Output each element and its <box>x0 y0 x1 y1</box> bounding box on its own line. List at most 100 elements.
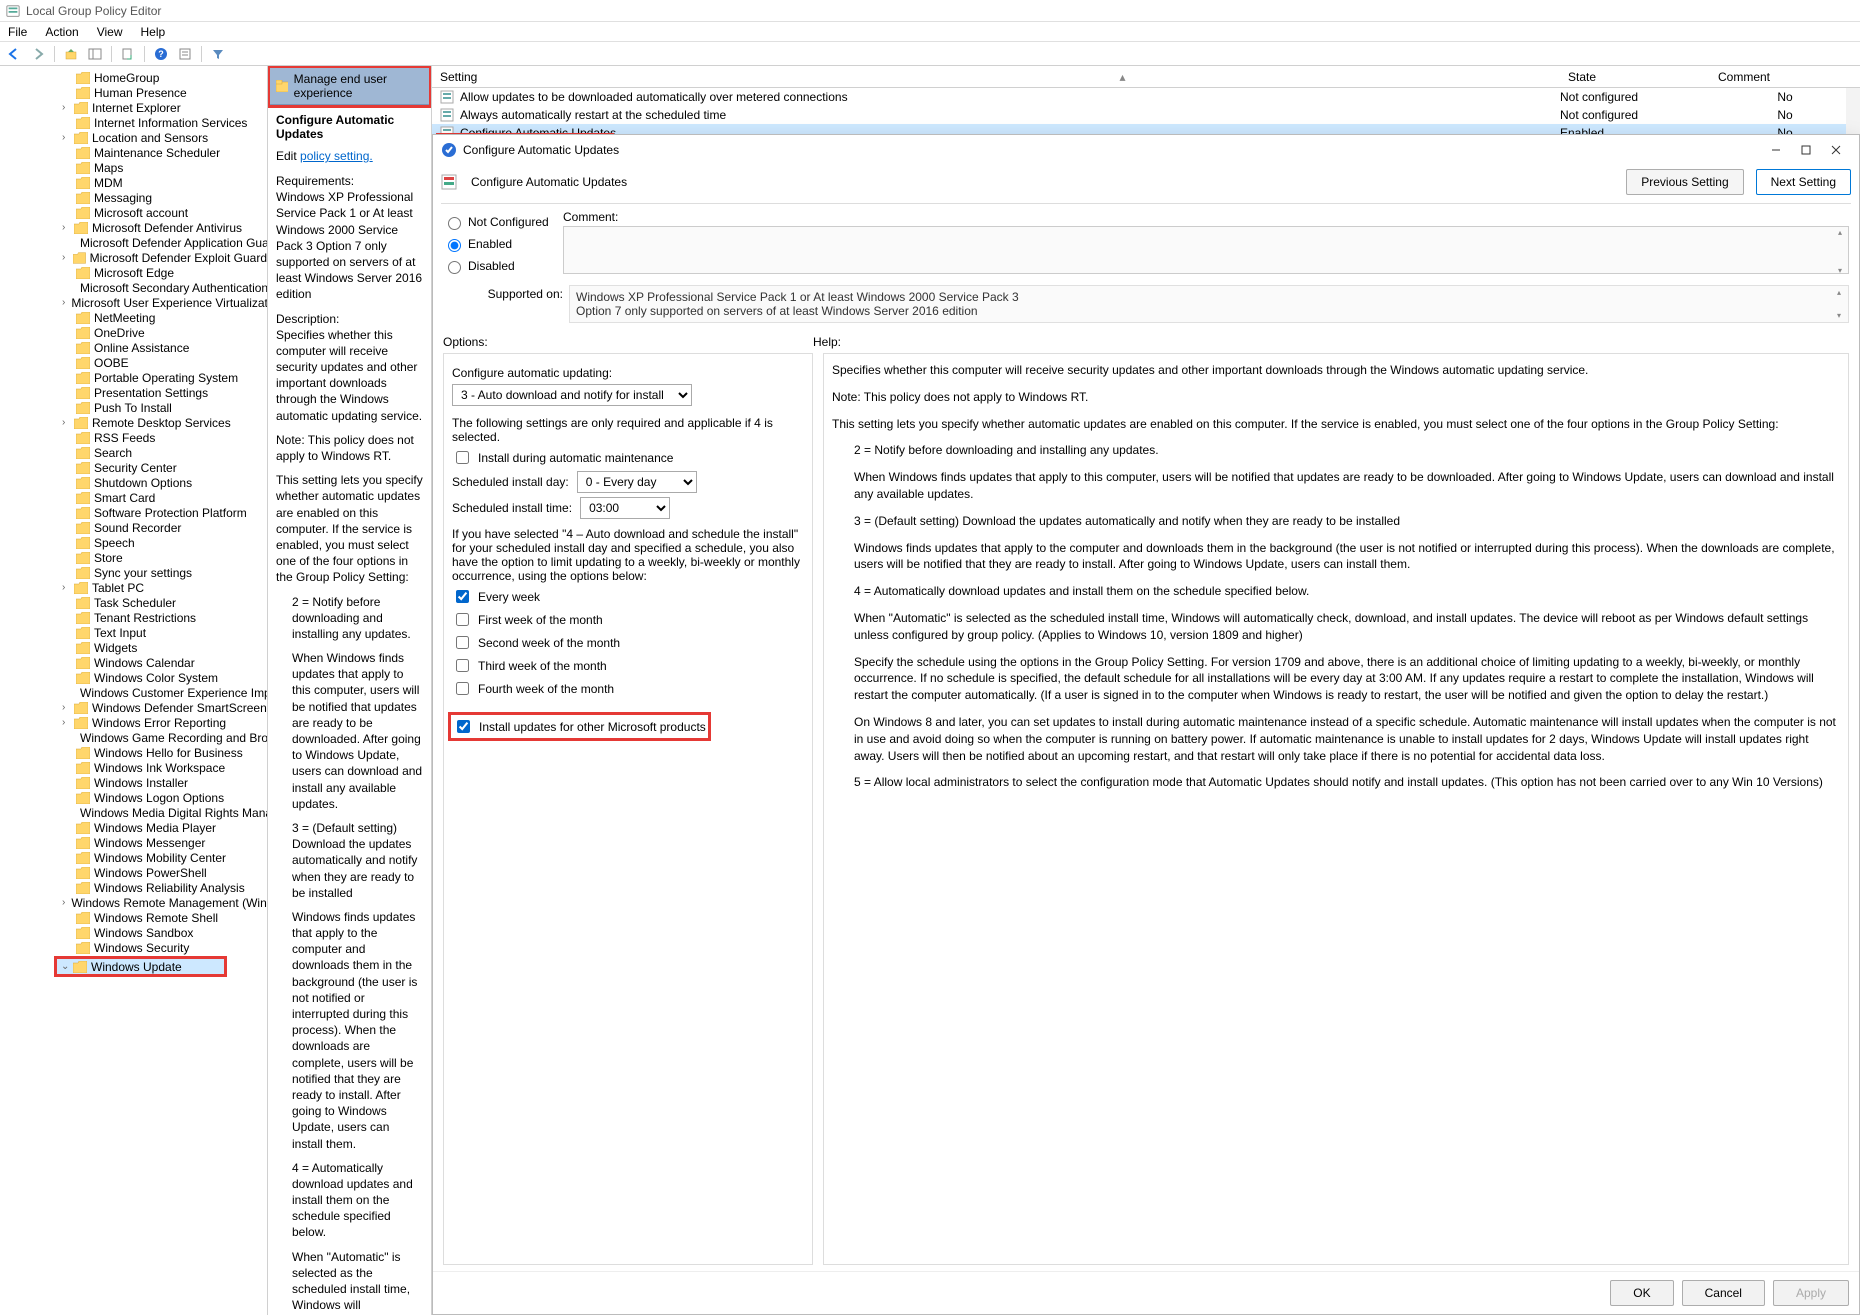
ok-button[interactable]: OK <box>1610 1280 1673 1306</box>
export-button[interactable] <box>118 44 138 64</box>
tree-item[interactable]: ›Windows Error Reporting <box>0 715 267 730</box>
tree-item[interactable]: Shutdown Options <box>0 475 267 490</box>
cancel-button[interactable]: Cancel <box>1682 1280 1765 1306</box>
tree-item[interactable]: Microsoft Secondary Authentication Facto… <box>0 280 267 295</box>
tree-item[interactable]: Sound Recorder <box>0 520 267 535</box>
col-setting[interactable]: Setting▴ <box>432 70 1560 84</box>
tree-item[interactable]: Microsoft account <box>0 205 267 220</box>
tree-pane[interactable]: HomeGroupHuman Presence›Internet Explore… <box>0 66 268 1315</box>
previous-setting-button[interactable]: Previous Setting <box>1626 169 1743 195</box>
chevron-right-icon[interactable]: › <box>62 702 72 713</box>
chevron-down-icon[interactable]: ⌄ <box>61 961 71 972</box>
radio-disabled[interactable]: Disabled <box>443 258 553 274</box>
minimize-button[interactable] <box>1761 139 1791 161</box>
tree-item[interactable]: Windows Media Player <box>0 820 267 835</box>
tree-item[interactable]: RSS Feeds <box>0 430 267 445</box>
tree-item[interactable]: Sync your settings <box>0 565 267 580</box>
tree-item[interactable]: Search <box>0 445 267 460</box>
tree-item[interactable]: Windows Reliability Analysis <box>0 880 267 895</box>
chevron-right-icon[interactable]: › <box>62 102 72 113</box>
tree-item[interactable]: Windows Mobility Center <box>0 850 267 865</box>
chevron-right-icon[interactable]: › <box>62 417 72 428</box>
tree-item[interactable]: Microsoft Edge <box>0 265 267 280</box>
tree-item[interactable]: Security Center <box>0 460 267 475</box>
properties-button[interactable] <box>175 44 195 64</box>
table-row[interactable]: Always automatically restart at the sche… <box>432 106 1860 124</box>
tree-item[interactable]: Store <box>0 550 267 565</box>
tree-item[interactable]: Messaging <box>0 190 267 205</box>
tree-item[interactable]: Windows Installer <box>0 775 267 790</box>
second-week-checkbox[interactable]: Second week of the month <box>452 633 804 652</box>
tree-item[interactable]: Tenant Restrictions <box>0 610 267 625</box>
help-button[interactable]: ? <box>151 44 171 64</box>
install-maintenance-checkbox[interactable]: Install during automatic maintenance <box>452 448 804 467</box>
tree-item[interactable]: Portable Operating System <box>0 370 267 385</box>
tree-item[interactable]: Windows Ink Workspace <box>0 760 267 775</box>
comment-input[interactable] <box>563 226 1849 274</box>
filter-button[interactable] <box>208 44 228 64</box>
tree-item[interactable]: Windows Hello for Business <box>0 745 267 760</box>
tree-item[interactable]: Windows Security <box>0 940 267 955</box>
tree-item[interactable]: Windows Calendar <box>0 655 267 670</box>
first-week-checkbox[interactable]: First week of the month <box>452 610 804 629</box>
sched-time-select[interactable]: 03:00 <box>580 497 670 519</box>
chevron-right-icon[interactable]: › <box>62 297 65 308</box>
tree-item[interactable]: Software Protection Platform <box>0 505 267 520</box>
tree-item[interactable]: Speech <box>0 535 267 550</box>
tree-item[interactable]: Human Presence <box>0 85 267 100</box>
tree-item[interactable]: ⌄Windows Update <box>57 959 224 974</box>
forward-button[interactable] <box>28 44 48 64</box>
tree-item[interactable]: Windows Remote Shell <box>0 910 267 925</box>
chevron-right-icon[interactable]: › <box>62 717 72 728</box>
fourth-week-checkbox[interactable]: Fourth week of the month <box>452 679 804 698</box>
menu-action[interactable]: Action <box>45 25 78 39</box>
tree-item[interactable]: Windows Messenger <box>0 835 267 850</box>
chevron-right-icon[interactable]: › <box>62 222 72 233</box>
apply-button[interactable]: Apply <box>1773 1280 1849 1306</box>
tree-item[interactable]: Widgets <box>0 640 267 655</box>
back-button[interactable] <box>4 44 24 64</box>
tree-item[interactable]: ›Windows Defender SmartScreen <box>0 700 267 715</box>
tree-item[interactable]: Maps <box>0 160 267 175</box>
tree-item[interactable]: Online Assistance <box>0 340 267 355</box>
radio-not-configured[interactable]: Not Configured <box>443 214 553 230</box>
tree-item[interactable]: Task Scheduler <box>0 595 267 610</box>
tree-item[interactable]: Windows Sandbox <box>0 925 267 940</box>
tree-item[interactable]: ›Remote Desktop Services <box>0 415 267 430</box>
tree-item[interactable]: Presentation Settings <box>0 385 267 400</box>
tree-item[interactable]: HomeGroup <box>0 70 267 85</box>
tree-item[interactable]: ›Windows Remote Management (WinRM) <box>0 895 267 910</box>
sched-day-select[interactable]: 0 - Every day <box>577 471 697 493</box>
configure-updating-select[interactable]: 3 - Auto download and notify for install <box>452 384 692 406</box>
tree-item[interactable]: ›Tablet PC <box>0 580 267 595</box>
tree-item[interactable]: Windows Game Recording and Broadcasting <box>0 730 267 745</box>
tree-item[interactable]: MDM <box>0 175 267 190</box>
tree-item[interactable]: Text Input <box>0 625 267 640</box>
radio-enabled[interactable]: Enabled <box>443 236 553 252</box>
show-hide-tree-button[interactable] <box>85 44 105 64</box>
tree-item[interactable]: Windows PowerShell <box>0 865 267 880</box>
tree-item[interactable]: ›Location and Sensors <box>0 130 267 145</box>
tree-item[interactable]: Windows Logon Options <box>0 790 267 805</box>
tree-item[interactable]: ›Microsoft Defender Antivirus <box>0 220 267 235</box>
tree-item[interactable]: ›Internet Explorer <box>0 100 267 115</box>
chevron-right-icon[interactable]: › <box>62 252 71 263</box>
menu-view[interactable]: View <box>97 25 123 39</box>
next-setting-button[interactable]: Next Setting <box>1756 169 1851 195</box>
other-products-checkbox[interactable]: Install updates for other Microsoft prod… <box>453 717 706 736</box>
list-scrollbar[interactable] <box>1846 88 1860 134</box>
tree-item[interactable]: Windows Customer Experience Improvement … <box>0 685 267 700</box>
tree-item[interactable]: Push To Install <box>0 400 267 415</box>
menu-file[interactable]: File <box>8 25 27 39</box>
tree-item[interactable]: Internet Information Services <box>0 115 267 130</box>
col-comment[interactable]: Comment <box>1710 70 1860 84</box>
every-week-checkbox[interactable]: Every week <box>452 587 804 606</box>
tree-item[interactable]: Maintenance Scheduler <box>0 145 267 160</box>
tree-item[interactable]: ›Microsoft Defender Exploit Guard <box>0 250 267 265</box>
menu-help[interactable]: Help <box>141 25 166 39</box>
tree-item[interactable]: NetMeeting <box>0 310 267 325</box>
maximize-button[interactable] <box>1791 139 1821 161</box>
tree-item[interactable]: OneDrive <box>0 325 267 340</box>
supported-scrollbar[interactable]: ▴▾ <box>1832 288 1846 320</box>
comment-scrollbar[interactable]: ▴▾ <box>1833 228 1847 275</box>
